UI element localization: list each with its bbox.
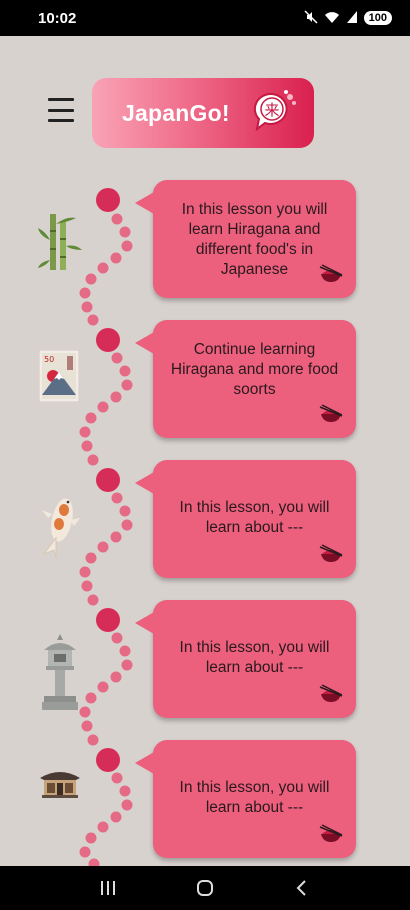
back-icon[interactable] <box>287 873 317 903</box>
chopsticks-bowl-icon <box>319 684 343 702</box>
brand-banner: JapanGo! 来 <box>92 78 314 148</box>
logo-glyph: 来 <box>264 101 279 119</box>
mute-icon <box>304 9 318 27</box>
lesson-description: In this lesson, you will learn about --- <box>179 779 330 816</box>
koi-fish-icon <box>42 498 80 559</box>
lesson-node-2[interactable] <box>96 328 120 352</box>
battery-icon: 100 <box>363 11 392 25</box>
lesson-node-5[interactable] <box>96 748 120 772</box>
recent-apps-icon[interactable] <box>93 873 123 903</box>
stone-lantern-icon <box>42 634 78 710</box>
lesson-card-5[interactable]: In this lesson, you will learn about --- <box>135 740 356 858</box>
lesson-description: In this lesson, you will learn about --- <box>179 499 330 536</box>
lesson-description: Continue learning Hiragana and more food… <box>170 341 339 398</box>
app-header: JapanGo! 来 <box>0 78 410 150</box>
app-title: JapanGo! <box>122 99 230 126</box>
stamp-label: 50 <box>44 355 54 364</box>
status-time: 10:02 <box>38 9 77 27</box>
status-icons: 100 <box>304 9 392 27</box>
bamboo-icon <box>38 214 82 270</box>
mount-fuji-stamp-icon: 50 <box>39 350 79 402</box>
speech-bubble-logo-icon: 来 <box>253 90 296 132</box>
lesson-card-1[interactable]: In this lesson you will learn Hiragana a… <box>135 180 356 298</box>
wifi-icon <box>324 10 340 27</box>
lesson-node-4[interactable] <box>96 608 120 632</box>
lesson-description: In this lesson, you will learn about --- <box>179 639 330 676</box>
lesson-card-3[interactable]: In this lesson, you will learn about --- <box>135 460 356 578</box>
status-bar: 10:02 100 <box>0 0 410 36</box>
lesson-node-3[interactable] <box>96 468 120 492</box>
home-icon[interactable] <box>190 873 220 903</box>
lesson-node-1[interactable] <box>96 188 120 212</box>
lesson-card-4[interactable]: In this lesson, you will learn about --- <box>135 600 356 718</box>
chopsticks-bowl-icon <box>319 404 343 422</box>
signal-icon <box>346 10 358 27</box>
lesson-card-2[interactable]: Continue learning Hiragana and more food… <box>135 320 356 438</box>
japanese-house-icon <box>40 772 80 798</box>
chopsticks-bowl-icon <box>319 544 343 562</box>
hamburger-menu-icon[interactable] <box>48 98 74 122</box>
system-nav-bar <box>0 866 410 910</box>
chopsticks-bowl-icon <box>319 264 343 282</box>
chopsticks-bowl-icon <box>319 824 343 842</box>
